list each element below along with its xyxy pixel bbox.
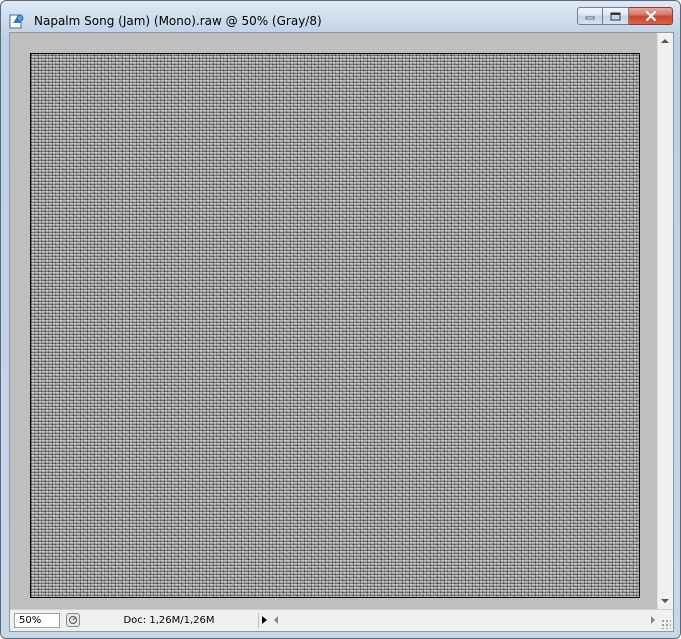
maximize-button[interactable]: [603, 7, 629, 25]
document-client-area: 50% Doc: 1,26M/1,26M: [9, 32, 674, 632]
document-image[interactable]: [30, 53, 640, 598]
vertical-scrollbar[interactable]: [657, 33, 673, 609]
photoshop-document-icon: [9, 13, 25, 29]
scroll-left-icon[interactable]: [274, 616, 278, 624]
document-size-info: Doc: 1,26M/1,26M: [123, 615, 215, 626]
close-icon: [645, 11, 656, 21]
resize-grip-icon[interactable]: [661, 619, 671, 629]
caption-buttons: [577, 7, 673, 27]
window-title: Napalm Song (Jam) (Mono).raw @ 50% (Gray…: [34, 14, 322, 28]
status-bar: 50% Doc: 1,26M/1,26M: [10, 609, 673, 631]
status-info-icon[interactable]: [66, 613, 80, 627]
scroll-down-icon[interactable]: [661, 599, 669, 603]
title-bar[interactable]: Napalm Song (Jam) (Mono).raw @ 50% (Gray…: [1, 1, 680, 33]
document-window: Napalm Song (Jam) (Mono).raw @ 50% (Gray…: [0, 0, 681, 639]
status-menu-arrow-icon[interactable]: [258, 613, 270, 628]
close-button[interactable]: [629, 7, 673, 25]
canvas-pasteboard[interactable]: [10, 33, 657, 609]
horizontal-scrollbar[interactable]: [272, 613, 657, 628]
scroll-up-icon[interactable]: [661, 39, 669, 43]
minimize-icon: [585, 16, 595, 20]
zoom-level-field[interactable]: 50%: [14, 613, 60, 628]
scroll-right-icon[interactable]: [651, 616, 655, 624]
minimize-button[interactable]: [577, 7, 603, 25]
maximize-icon: [610, 12, 621, 20]
